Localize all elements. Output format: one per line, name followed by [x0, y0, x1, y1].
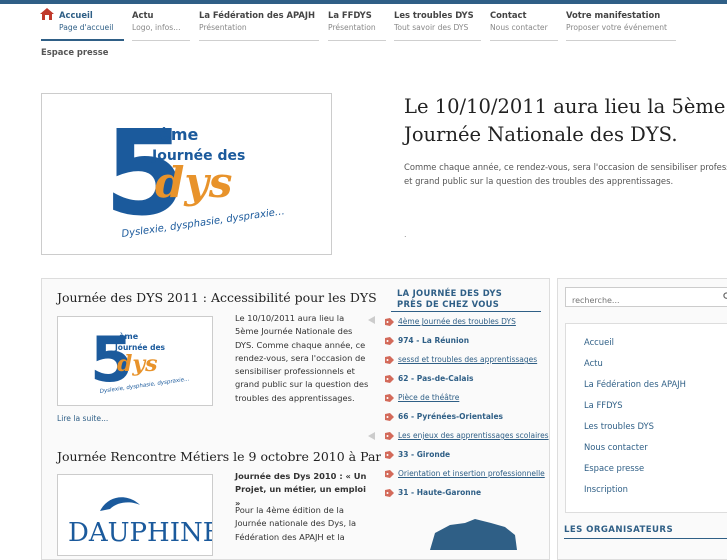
- sidebar-item-contact[interactable]: Nous contacter: [584, 442, 648, 452]
- hero-logo-box: 5 ème Journée des dys Dyslexie, dysphasi…: [41, 93, 332, 255]
- nav-underline: [490, 40, 558, 41]
- tag-icon: [385, 489, 394, 497]
- near-you-place: 62 - Pas-de-Calais: [398, 374, 474, 383]
- nav-sublabel: Page d'accueil: [59, 23, 114, 32]
- tag-icon: [385, 356, 394, 364]
- heading-underline: [391, 311, 541, 312]
- arrow-marker: [368, 432, 375, 440]
- organisateurs-underline: [564, 538, 727, 539]
- arrow-marker: [368, 316, 375, 324]
- near-you-item[interactable]: Orientation et insertion professionnelle: [385, 469, 545, 478]
- sidebar-item-actu[interactable]: Actu: [584, 358, 603, 368]
- search-box: [565, 287, 727, 309]
- hero-title: Le 10/10/2011 aura lieu la 5ème Journée …: [404, 95, 726, 146]
- organisateurs-heading: LES ORGANISATEURS: [564, 525, 674, 535]
- tag-icon: [385, 318, 394, 326]
- nav-label: Accueil: [59, 10, 93, 20]
- nav-label: La Fédération des APAJH: [199, 10, 315, 20]
- nav-federation[interactable]: La Fédération des APAJH Présentation: [199, 10, 315, 32]
- near-you-item[interactable]: Pièce de théâtre: [385, 393, 459, 402]
- thumb-ordinal: ème: [119, 331, 139, 341]
- journee-dys-thumb-logo: 5 ème Journée des dys Dyslexie, dysphasi…: [90, 323, 190, 396]
- article-title[interactable]: Journée des DYS 2011 : Accessibilité pou…: [57, 290, 386, 305]
- search-input[interactable]: [566, 292, 723, 309]
- near-you-item[interactable]: 33 - Gironde: [385, 450, 450, 459]
- nav-sublabel: Proposer votre événement: [566, 23, 668, 32]
- nav-espace-presse[interactable]: Espace presse: [41, 47, 108, 57]
- tag-icon: [385, 413, 394, 421]
- tag-icon: [385, 470, 394, 478]
- home-icon[interactable]: [40, 8, 54, 20]
- near-you-item[interactable]: sessd et troubles des apprentissages: [385, 355, 537, 364]
- nav-underline: [566, 40, 676, 41]
- hero-text: Comme chaque année, ce rendez-vous, sera…: [404, 162, 727, 186]
- nav-label: Actu: [132, 10, 154, 20]
- nav-underline: [199, 40, 319, 41]
- sidebar-item-federation[interactable]: La Fédération des APAJH: [584, 379, 686, 389]
- nav-label: Les troubles DYS: [394, 10, 474, 20]
- nav-sublabel: Tout savoir des DYS: [394, 23, 469, 32]
- nav-sublabel: Nous contacter: [490, 23, 548, 32]
- near-you-item[interactable]: 66 - Pyrénées-Orientales: [385, 412, 503, 421]
- near-you-link[interactable]: Orientation et insertion professionnelle: [398, 469, 545, 478]
- nav-underline: [394, 40, 481, 41]
- near-you-link[interactable]: sessd et troubles des apprentissages: [398, 355, 537, 364]
- tag-icon: [385, 451, 394, 459]
- article-title[interactable]: Journée Rencontre Métiers le 9 octobre 2…: [57, 449, 392, 464]
- nav-underline-active: [41, 39, 124, 41]
- nav-sublabel: Logo, infos...: [132, 23, 181, 32]
- nav-label: La FFDYS: [328, 10, 372, 20]
- nav-accueil[interactable]: Accueil Page d'accueil: [59, 10, 113, 32]
- tag-icon: [385, 394, 394, 402]
- article-thumbnail[interactable]: DAUPHINE: [57, 474, 222, 556]
- tag-icon: [385, 432, 394, 440]
- dauphine-text: DAUPHINE: [68, 518, 212, 548]
- article-thumbnail[interactable]: 5 ème Journée des dys Dyslexie, dysphasi…: [57, 316, 213, 406]
- tag-icon: [385, 375, 394, 383]
- sidebar-item-inscription[interactable]: Inscription: [584, 484, 628, 494]
- logo-word: dys: [155, 158, 232, 207]
- sidebar-item-accueil[interactable]: Accueil: [584, 337, 614, 347]
- sidebar-menu: Accueil Actu La Fédération des APAJH La …: [565, 323, 727, 513]
- search-icon[interactable]: [723, 292, 727, 301]
- nav-sublabel: Présentation: [199, 23, 247, 32]
- thumb-word: dys: [117, 351, 158, 377]
- read-more-link[interactable]: Lire la suite...: [57, 414, 108, 423]
- nav-troubles-dys[interactable]: Les troubles DYS Tout savoir des DYS: [394, 10, 474, 32]
- nav-label: Votre manifestation: [566, 10, 661, 20]
- near-you-place: 66 - Pyrénées-Orientales: [398, 412, 504, 421]
- near-you-heading: LA JOURNÉE DES DYS PRÈS DE CHEZ VOUS: [397, 288, 503, 309]
- nav-underline: [328, 40, 386, 41]
- journee-dys-logo: 5 ème Journée des dys Dyslexie, dysphasi…: [104, 104, 285, 242]
- tag-icon: [385, 337, 394, 345]
- near-you-link[interactable]: 4ème Journée des troubles DYS: [398, 317, 516, 326]
- sidebar-item-espace-presse[interactable]: Espace presse: [584, 463, 644, 473]
- sidebar-item-troubles-dys[interactable]: Les troubles DYS: [584, 421, 654, 431]
- near-you-place: 974 - La Réunion: [398, 336, 470, 345]
- near-you-place: 31 - Haute-Garonne: [398, 488, 482, 497]
- near-you-item[interactable]: Les enjeux des apprentissages scolaires: [385, 431, 549, 440]
- nav-contact[interactable]: Contact Nous contacter: [490, 10, 548, 32]
- nav-sublabel: Présentation: [328, 23, 376, 32]
- dauphine-logo: DAUPHINE: [68, 497, 222, 548]
- nav-label: Contact: [490, 10, 527, 20]
- article-text: Le 10/10/2011 aura lieu la 5ème Journée …: [235, 313, 369, 403]
- sidebar-item-ffdys[interactable]: La FFDYS: [584, 400, 623, 410]
- hero-dot: .: [404, 230, 407, 239]
- nav-actu[interactable]: Actu Logo, infos...: [132, 10, 180, 32]
- near-you-link[interactable]: Pièce de théâtre: [398, 393, 459, 402]
- nav-underline: [132, 40, 190, 41]
- top-accent-bar: [0, 0, 727, 4]
- article-text: Pour la 4ème édition de la Journée natio…: [235, 505, 357, 542]
- near-you-item[interactable]: 4ème Journée des troubles DYS: [385, 317, 516, 326]
- near-you-item[interactable]: 31 - Haute-Garonne: [385, 488, 481, 497]
- logo-ordinal: ème: [160, 125, 199, 144]
- near-you-link[interactable]: Les enjeux des apprentissages scolaires: [398, 431, 549, 440]
- nav-votre-manifestation[interactable]: Votre manifestation Proposer votre événe…: [566, 10, 667, 32]
- near-you-item[interactable]: 974 - La Réunion: [385, 336, 469, 345]
- nav-ffdys[interactable]: La FFDYS Présentation: [328, 10, 376, 32]
- near-you-place: 33 - Gironde: [398, 450, 451, 459]
- near-you-item[interactable]: 62 - Pas-de-Calais: [385, 374, 474, 383]
